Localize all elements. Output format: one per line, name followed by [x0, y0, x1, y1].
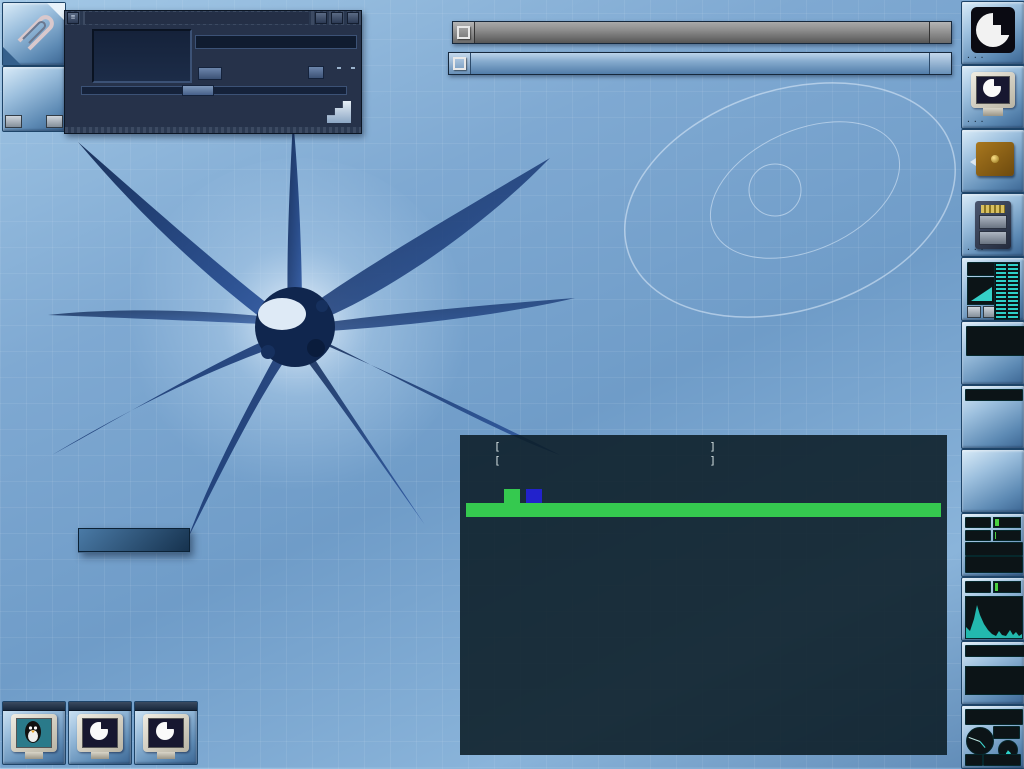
- dock: ··· ··· ···: [960, 0, 1024, 768]
- wallpaper-swirls: [590, 40, 990, 370]
- volume-handle[interactable]: [198, 67, 222, 80]
- mixer-level-meters: [994, 262, 1020, 320]
- itime-analog-clock: [966, 727, 994, 755]
- player-titlebar[interactable]: ≡: [65, 11, 361, 25]
- miniwindow-xterm-2[interactable]: [134, 701, 198, 765]
- itime-digital-clock: [965, 709, 1023, 725]
- player-menu-button[interactable]: ≡: [67, 12, 79, 24]
- terminal2-title: [471, 53, 929, 74]
- dockapp-cpuload[interactable]: [961, 577, 1024, 641]
- drawer-icon: [976, 142, 1014, 176]
- sysmon-uptime-days: [965, 542, 1023, 556]
- file-cabinet-icon: [975, 201, 1011, 249]
- desktop: { "wallpaper": {"watermark": "entropy"},…: [0, 0, 1024, 768]
- dockapp-sysmon[interactable]: [961, 513, 1024, 577]
- dockapp-wmnd[interactable]: [961, 641, 1024, 705]
- spectrum-analyzer: [98, 62, 186, 78]
- workspace-clip[interactable]: [2, 2, 66, 66]
- player-close-button[interactable]: [347, 12, 359, 24]
- cpuload-graph: [965, 596, 1023, 639]
- player-resize-bar[interactable]: [65, 127, 361, 133]
- itime-weekday: [965, 754, 983, 766]
- mixer-prev-channel-button[interactable]: [967, 306, 981, 318]
- pager-dockapp[interactable]: [2, 66, 66, 132]
- dockapp-itime[interactable]: [961, 705, 1024, 769]
- pager-next-button[interactable]: [46, 115, 63, 128]
- miniwindow-titlebar: [3, 702, 65, 711]
- dock-tile-drawer[interactable]: [961, 129, 1024, 193]
- sysmon-swap-bar: [993, 530, 1021, 541]
- terminal1-title: [475, 22, 929, 43]
- pager-prev-button[interactable]: [5, 115, 22, 128]
- load-average-line: [716, 454, 941, 468]
- terminal-window-shaded-1[interactable]: [452, 21, 952, 44]
- miniwindow-titlebar: [135, 702, 197, 711]
- mixer-volume-value: [967, 262, 995, 276]
- terminal1-close-button[interactable]: [929, 22, 951, 43]
- tux-monitor-icon: [11, 714, 57, 760]
- menu-titlebar[interactable]: [78, 528, 190, 552]
- dockapp-mixer[interactable]: [961, 257, 1024, 321]
- terminal1-miniaturize-button[interactable]: [453, 22, 475, 43]
- paperclip-icon: [13, 15, 55, 53]
- swap-meter: [ ]: [466, 454, 716, 468]
- terminal-monitor-icon: [971, 72, 1015, 118]
- wm-monitor-icon: [143, 714, 189, 760]
- audio-player-window[interactable]: ≡: [64, 10, 362, 134]
- miniwindow-titlebar: [69, 702, 131, 711]
- dockapp-weather[interactable]: [961, 385, 1024, 449]
- seek-bar[interactable]: [81, 86, 347, 95]
- dock-tile-wmaker[interactable]: ···: [961, 1, 1024, 65]
- track-title-marquee: [195, 35, 357, 49]
- wmusic-lcd: [966, 326, 1024, 356]
- menu-items: [78, 552, 190, 553]
- htop-window[interactable]: [ ] [ ]: [460, 435, 947, 755]
- itime-date: [983, 754, 1021, 766]
- tab-main[interactable]: [504, 489, 520, 503]
- uptime-line: [716, 468, 941, 482]
- miniwindow-linux-terminal[interactable]: [2, 701, 66, 765]
- miniwindow-xterm-1[interactable]: [68, 701, 132, 765]
- balance-handle[interactable]: [308, 66, 324, 79]
- eq-button[interactable]: [337, 67, 341, 69]
- terminal2-close-button[interactable]: [929, 53, 951, 74]
- itime-internet-beats: [993, 726, 1020, 739]
- tab-io[interactable]: [526, 489, 542, 503]
- miniaturize-icon: [457, 26, 470, 39]
- mem-meter: [ ]: [466, 440, 716, 454]
- sysmon-mem-label: [965, 517, 991, 528]
- miniaturize-icon: [453, 57, 466, 70]
- volume-stairs-icon: [327, 101, 351, 123]
- player-window-title: [85, 12, 309, 24]
- dockapp-wmtop[interactable]: [961, 449, 1024, 513]
- sysmon-mem-bar: [993, 517, 1021, 528]
- debian-root-menu[interactable]: [78, 528, 190, 553]
- sysmon-swap-label: [965, 530, 991, 541]
- wm-monitor-icon: [77, 714, 123, 760]
- sysmon-uptime-clock: [965, 556, 1023, 573]
- mixer-volume-ramp[interactable]: [967, 277, 997, 305]
- playlist-button[interactable]: [351, 67, 355, 69]
- wmnd-traffic-graph: [965, 666, 1024, 695]
- windowmaker-logo-icon: [971, 7, 1015, 53]
- seek-handle[interactable]: [182, 85, 214, 96]
- terminal2-miniaturize-button[interactable]: [449, 53, 471, 74]
- htop-tabs: [466, 489, 941, 503]
- dock-tile-xterm[interactable]: ···: [961, 65, 1024, 129]
- dock-tile-filecabinet[interactable]: ···: [961, 193, 1024, 257]
- process-table-header[interactable]: [466, 503, 941, 517]
- function-key-bar: [460, 739, 947, 754]
- cpuload-bar: [993, 581, 1021, 593]
- player-lcd: [92, 29, 192, 83]
- dockapp-wmusic[interactable]: [961, 321, 1024, 385]
- player-shade-button[interactable]: [331, 12, 343, 24]
- terminal-window-shaded-2[interactable]: [448, 52, 952, 75]
- tasks-line: [716, 440, 941, 454]
- cpuload-label: [965, 581, 991, 593]
- player-minimize-button[interactable]: [315, 12, 327, 24]
